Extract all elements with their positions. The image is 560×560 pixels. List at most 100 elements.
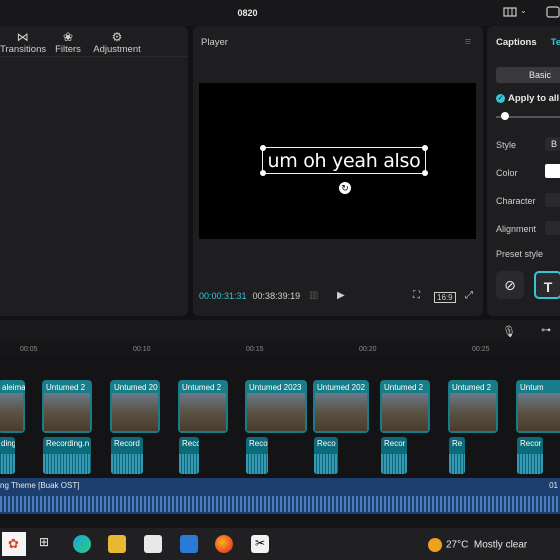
capcut-icon[interactable]: ✂	[251, 535, 269, 553]
weather-widget[interactable]: 27°C Mostly clear	[428, 538, 527, 552]
rotate-icon[interactable]: ↻	[339, 182, 351, 194]
mail-icon[interactable]	[180, 535, 198, 553]
slider-knob[interactable]	[501, 112, 509, 120]
chevron-down-icon[interactable]: ⌄	[520, 6, 527, 15]
caption-selection-box[interactable]: um oh yeah also	[260, 145, 428, 176]
audio-clip[interactable]: Reco	[314, 437, 338, 474]
video-clip[interactable]: Untumed 2	[448, 380, 498, 433]
timeline-ruler[interactable]: 00:05 00:10 00:15 00:20 00:25	[0, 342, 560, 358]
music-end-label: 01	[549, 481, 558, 490]
clip-label: Untumed 2	[452, 383, 492, 392]
clip-label: Record	[114, 439, 140, 448]
temperature: 27°C	[446, 539, 469, 551]
ruler-tick: 00:10	[133, 346, 151, 353]
clip-label: Untumed 2	[46, 383, 86, 392]
aspect-ratio-button[interactable]: 16:9	[434, 292, 456, 303]
file-explorer-icon[interactable]	[108, 535, 126, 553]
style-label: Style	[496, 140, 517, 150]
audio-clip[interactable]: Recor	[381, 437, 407, 474]
clip-thumbnail	[44, 393, 90, 431]
video-clip[interactable]: aleima	[0, 380, 25, 433]
apply-to-all-label: Apply to all	[508, 93, 560, 104]
edge-icon[interactable]	[73, 535, 91, 553]
alignment-label: Alignment	[496, 224, 537, 234]
firefox-icon[interactable]	[215, 535, 233, 553]
preset-none-icon[interactable]: ⊘	[496, 271, 524, 299]
clip-label: Reco	[182, 439, 199, 448]
transitions-icon: ⋈	[16, 30, 29, 44]
tab-adjustment[interactable]: ⚙ Adjustment	[89, 30, 145, 55]
timeline-toolbar: 🎙 ⊶	[0, 320, 560, 342]
task-view-icon[interactable]: ⊞	[37, 535, 55, 553]
audio-clip[interactable]: Recor	[517, 437, 543, 474]
video-clip[interactable]: Untumed 2	[380, 380, 430, 433]
grid-icon[interactable]: ▥	[309, 290, 318, 301]
resize-handle[interactable]	[422, 170, 428, 176]
media-panel: ⋈ Transitions ❀ Filters ⚙ Adjustment	[0, 26, 188, 316]
clip-label: aleima	[2, 383, 25, 392]
style-select[interactable]: B	[545, 137, 560, 151]
clip-label: ding	[1, 439, 15, 448]
weather-icon	[428, 538, 442, 552]
timecodes: 00:00:31:31 00:38:39:19	[199, 291, 300, 301]
clip-thumbnail	[315, 393, 367, 431]
resize-handle[interactable]	[260, 170, 266, 176]
play-icon[interactable]: ▶	[337, 290, 345, 301]
total-time: 00:38:39:19	[252, 291, 301, 301]
video-preview[interactable]: um oh yeah also ↻	[199, 83, 476, 239]
audio-clip[interactable]: ding	[0, 437, 15, 474]
basic-button[interactable]: Basic	[496, 67, 560, 83]
audio-clip[interactable]: Recording.n	[43, 437, 91, 474]
media-tabs: ⋈ Transitions ❀ Filters ⚙ Adjustment	[0, 26, 188, 56]
video-clip[interactable]: Untumed 2	[178, 380, 228, 433]
preset-text-icon[interactable]: T	[534, 271, 560, 299]
resize-handle[interactable]	[422, 145, 428, 151]
audio-clip[interactable]: Re	[449, 437, 465, 474]
divider	[0, 56, 188, 57]
taskbar: ✿ ⊞ ✂ 27°C Mostly clear	[0, 528, 560, 560]
resize-handle[interactable]	[260, 145, 266, 151]
captions-panel: Captions Te Basic ✓ Apply to all Style B C…	[487, 26, 560, 316]
filters-icon: ❀	[62, 30, 74, 44]
tab-transitions[interactable]: ⋈ Transitions	[0, 30, 46, 55]
check-icon: ✓	[496, 93, 505, 103]
store-icon[interactable]	[144, 535, 162, 553]
character-field[interactable]	[545, 193, 560, 207]
ruler-tick: 00:05	[20, 346, 38, 353]
start-icon[interactable]: ✿	[2, 532, 26, 556]
window-icon[interactable]	[546, 6, 560, 18]
fullscreen-crop-icon[interactable]: ⛶	[413, 290, 420, 301]
caption-text[interactable]: um oh yeah also	[263, 150, 425, 172]
clip-thumbnail	[247, 393, 305, 431]
tab-filters[interactable]: ❀ Filters	[52, 30, 84, 55]
tab-captions[interactable]: Captions	[496, 37, 537, 48]
link-icon[interactable]: ⊶	[541, 325, 551, 336]
waveform	[517, 454, 543, 474]
video-clip[interactable]: Untumed 20	[110, 380, 160, 433]
video-clip[interactable]: Untum	[516, 380, 560, 433]
ruler-tick: 00:25	[472, 346, 490, 353]
music-track[interactable]: ng Theme [Buak OST] 01	[0, 478, 560, 514]
alignment-field[interactable]	[545, 221, 560, 235]
audio-clip[interactable]: Reco	[246, 437, 268, 474]
expand-icon[interactable]: ⤢	[465, 290, 473, 301]
microphone-icon[interactable]: 🎙	[502, 325, 516, 338]
color-label: Color	[496, 168, 518, 178]
tab-text[interactable]: Te	[551, 37, 560, 48]
audio-clip[interactable]: Reco	[179, 437, 199, 474]
video-clip[interactable]: Untumed 2023	[245, 380, 307, 433]
apply-to-all-checkbox[interactable]: ✓ Apply to all	[496, 93, 559, 104]
color-swatch[interactable]	[545, 164, 560, 178]
video-clip[interactable]: Untumed 2	[42, 380, 92, 433]
layout-icon[interactable]	[503, 6, 517, 18]
clip-label: Reco	[317, 439, 336, 448]
video-clip[interactable]: Untumed 202	[313, 380, 369, 433]
audio-clip[interactable]: Record	[111, 437, 143, 474]
captions-tabs: Captions Te	[496, 37, 560, 48]
ruler-tick: 00:15	[246, 346, 264, 353]
music-label: ng Theme [Buak OST]	[0, 481, 80, 490]
menu-icon[interactable]: ≡	[465, 36, 471, 48]
clip-thumbnail	[382, 393, 428, 431]
player-title: Player	[201, 37, 228, 48]
clip-label: Re	[452, 439, 463, 448]
